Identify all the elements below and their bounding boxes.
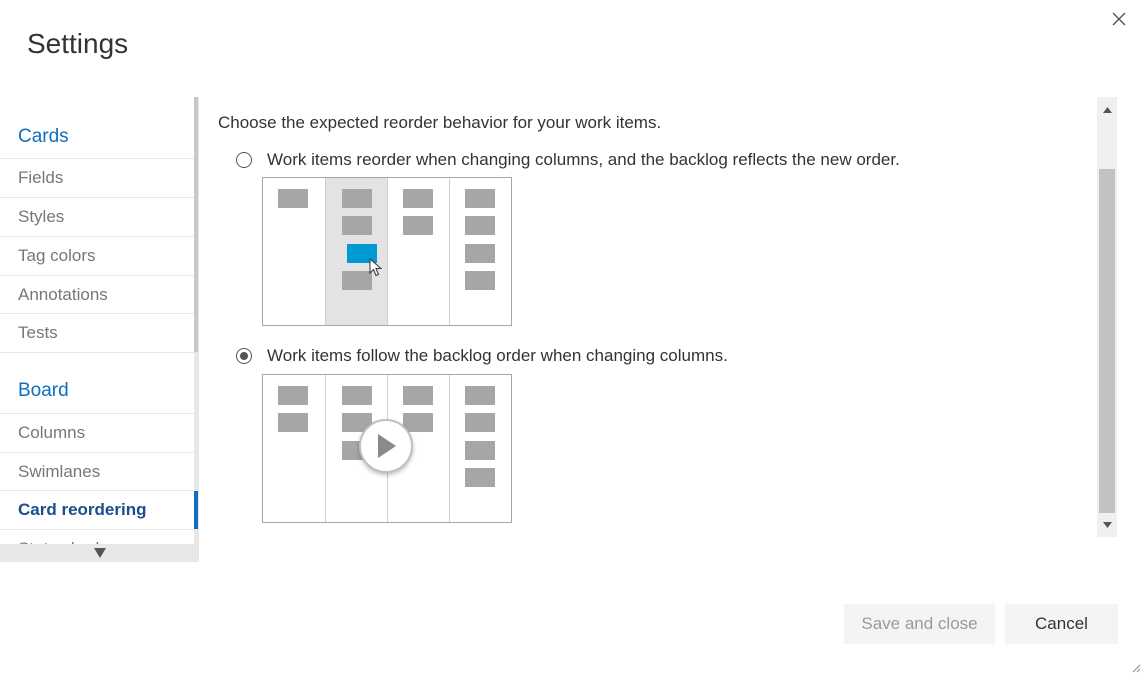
card-shape (465, 189, 495, 208)
close-icon (1112, 12, 1126, 26)
column-divider (325, 375, 326, 522)
card-shape (403, 386, 433, 405)
option-backlog-order-label: Work items follow the backlog order when… (267, 346, 728, 365)
column-divider (449, 375, 450, 522)
option-backlog-order[interactable]: Work items follow the backlog order when… (236, 346, 728, 366)
dialog-title: Settings (27, 28, 129, 59)
card-shape (403, 216, 433, 235)
radio-reorder[interactable] (236, 152, 252, 168)
settings-nav: Cards Fields Styles Tag colors Annotatio… (0, 97, 199, 562)
nav-separator (0, 352, 194, 353)
nav-item-annotations[interactable]: Annotations (0, 275, 194, 314)
card-reordering-panel: Choose the expected reorder behavior for… (199, 97, 1097, 537)
close-button[interactable] (1106, 6, 1132, 32)
card-shape (465, 413, 495, 432)
resize-grip-icon[interactable] (1131, 663, 1141, 673)
play-button[interactable] (359, 419, 413, 473)
nav-item-styles[interactable]: Styles (0, 197, 194, 236)
option-reorder-label: Work items reorder when changing columns… (267, 150, 900, 169)
reorder-diagram (262, 177, 512, 326)
column-divider (325, 178, 326, 325)
nav-item-status-badge[interactable]: Status badge (0, 529, 194, 544)
column-divider (387, 178, 388, 325)
nav-item-fields[interactable]: Fields (0, 158, 194, 197)
save-and-close-button[interactable]: Save and close (844, 604, 995, 644)
mouse-pointer-icon (369, 258, 383, 277)
card-shape (278, 386, 308, 405)
nav-item-columns[interactable]: Columns (0, 413, 194, 452)
settings-nav-list: Cards Fields Styles Tag colors Annotatio… (0, 97, 194, 544)
card-shape (342, 216, 372, 235)
card-shape (278, 413, 308, 432)
intro-text: Choose the expected reorder behavior for… (218, 113, 662, 132)
card-shape (465, 386, 495, 405)
nav-scroll-down-button[interactable] (0, 544, 199, 562)
backlog-order-diagram (262, 374, 512, 523)
content-scrollbar[interactable] (1097, 97, 1117, 537)
card-shape (465, 244, 495, 263)
triangle-down-icon (93, 548, 106, 558)
card-shape (278, 189, 308, 208)
triangle-down-icon (1102, 522, 1112, 528)
nav-item-card-reordering[interactable]: Card reordering (0, 490, 194, 529)
scroll-up-button[interactable] (1097, 100, 1117, 120)
column-divider (449, 178, 450, 325)
option-reorder[interactable]: Work items reorder when changing columns… (236, 150, 900, 170)
nav-group-cards: Cards (18, 126, 69, 147)
triangle-up-icon (1102, 107, 1112, 113)
content-scrollbar-thumb[interactable] (1099, 169, 1115, 513)
cancel-button[interactable]: Cancel (1005, 604, 1118, 644)
card-shape (465, 441, 495, 460)
scroll-down-button[interactable] (1097, 515, 1117, 535)
nav-item-swimlanes[interactable]: Swimlanes (0, 452, 194, 491)
card-shape (465, 468, 495, 487)
card-shape (465, 271, 495, 290)
card-shape (342, 386, 372, 405)
play-icon (378, 434, 396, 458)
card-shape (465, 216, 495, 235)
card-shape (342, 271, 372, 290)
nav-group-board: Board (18, 380, 69, 401)
nav-item-tests[interactable]: Tests (0, 313, 194, 352)
card-shape (342, 189, 372, 208)
radio-backlog-order[interactable] (236, 348, 252, 364)
nav-item-tag-colors[interactable]: Tag colors (0, 236, 194, 275)
card-shape (403, 189, 433, 208)
